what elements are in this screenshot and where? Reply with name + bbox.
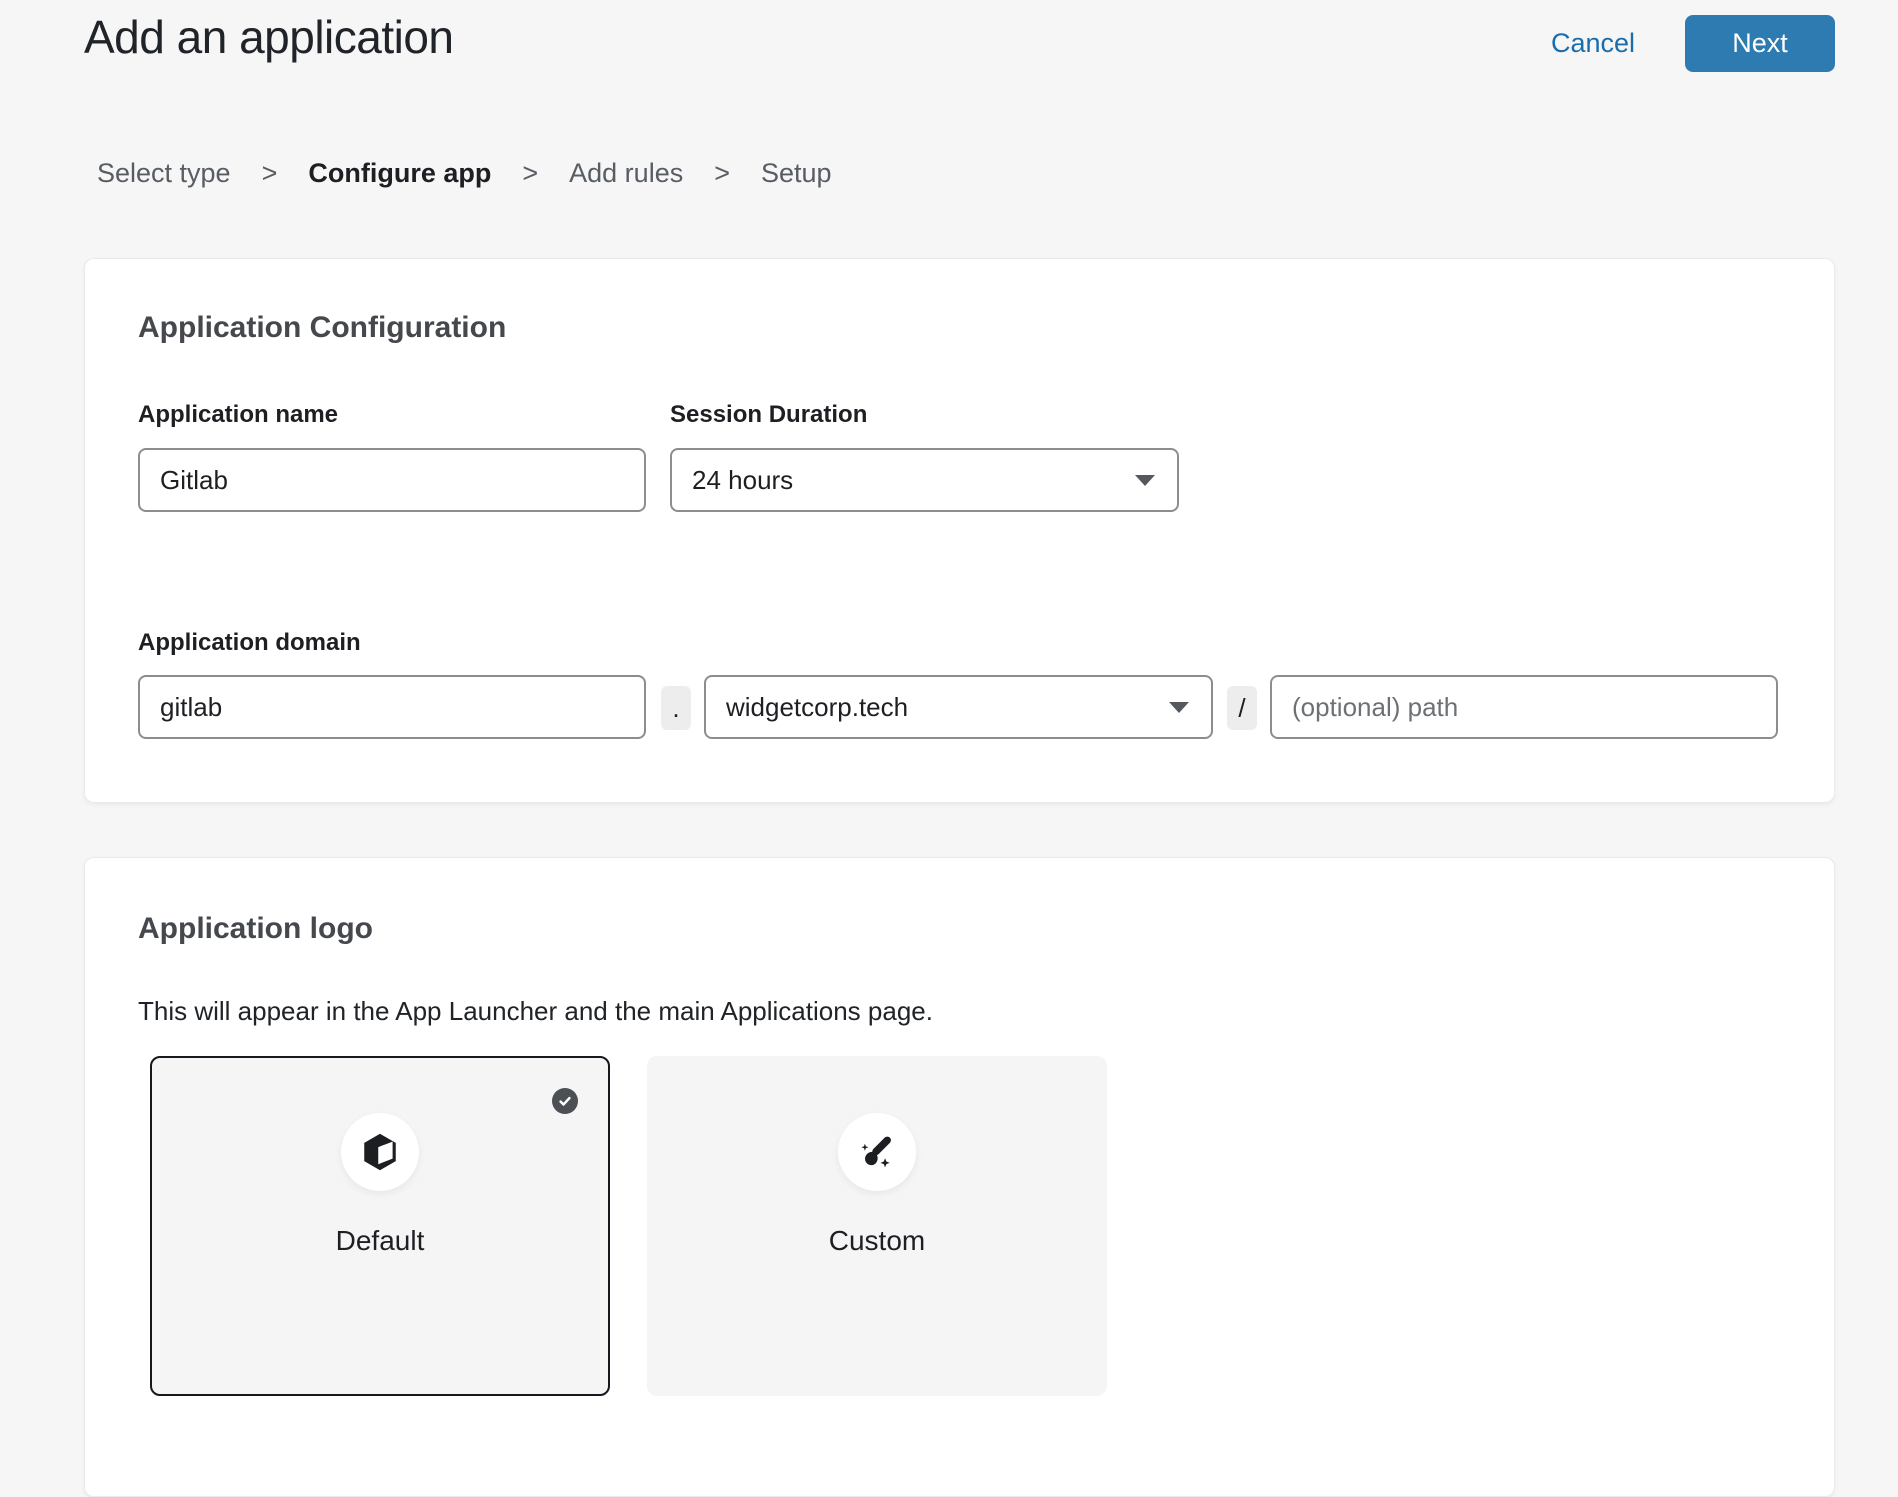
session-duration-select[interactable]: 24 hours — [670, 448, 1179, 512]
breadcrumb-separator: > — [714, 158, 730, 189]
domain-select-value: widgetcorp.tech — [726, 692, 908, 723]
application-logo-card: Application logo This will appear in the… — [84, 857, 1835, 1497]
step-setup: Setup — [761, 158, 832, 189]
next-button[interactable]: Next — [1685, 15, 1835, 72]
cube-icon — [359, 1130, 401, 1174]
session-duration-value: 24 hours — [692, 465, 793, 496]
step-add-rules: Add rules — [569, 158, 683, 189]
logo-option-custom[interactable]: Custom — [647, 1056, 1107, 1396]
step-select-type: Select type — [97, 158, 231, 189]
breadcrumb-separator: > — [262, 158, 278, 189]
step-configure-app: Configure app — [308, 158, 491, 189]
application-logo-heading: Application logo — [138, 912, 373, 946]
selected-check-badge — [552, 1088, 578, 1114]
path-input[interactable] — [1270, 675, 1778, 739]
logo-option-default[interactable]: Default — [150, 1056, 610, 1396]
page-title: Add an application — [84, 10, 454, 64]
breadcrumb-separator: > — [522, 158, 538, 189]
check-icon — [557, 1093, 573, 1109]
chevron-down-icon — [1135, 475, 1155, 486]
application-configuration-heading: Application Configuration — [138, 311, 506, 345]
session-duration-label: Session Duration — [670, 401, 867, 429]
dot-separator: . — [661, 686, 691, 730]
paintbrush-icon — [855, 1130, 899, 1174]
application-logo-description: This will appear in the App Launcher and… — [138, 996, 933, 1027]
header-actions: Cancel Next — [1551, 14, 1835, 72]
domain-select[interactable]: widgetcorp.tech — [704, 675, 1213, 739]
application-domain-label: Application domain — [138, 629, 361, 657]
logo-option-default-label: Default — [152, 1225, 608, 1257]
chevron-down-icon — [1169, 702, 1189, 713]
logo-option-custom-label: Custom — [649, 1225, 1105, 1257]
application-name-input[interactable] — [138, 448, 646, 512]
custom-logo-circle — [838, 1113, 916, 1191]
application-configuration-card: Application Configuration Application na… — [84, 258, 1835, 803]
application-name-label: Application name — [138, 401, 338, 429]
default-logo-circle — [341, 1113, 419, 1191]
cancel-button[interactable]: Cancel — [1551, 28, 1635, 59]
subdomain-input[interactable] — [138, 675, 646, 739]
breadcrumb: Select type > Configure app > Add rules … — [97, 158, 832, 189]
slash-separator: / — [1227, 686, 1257, 730]
